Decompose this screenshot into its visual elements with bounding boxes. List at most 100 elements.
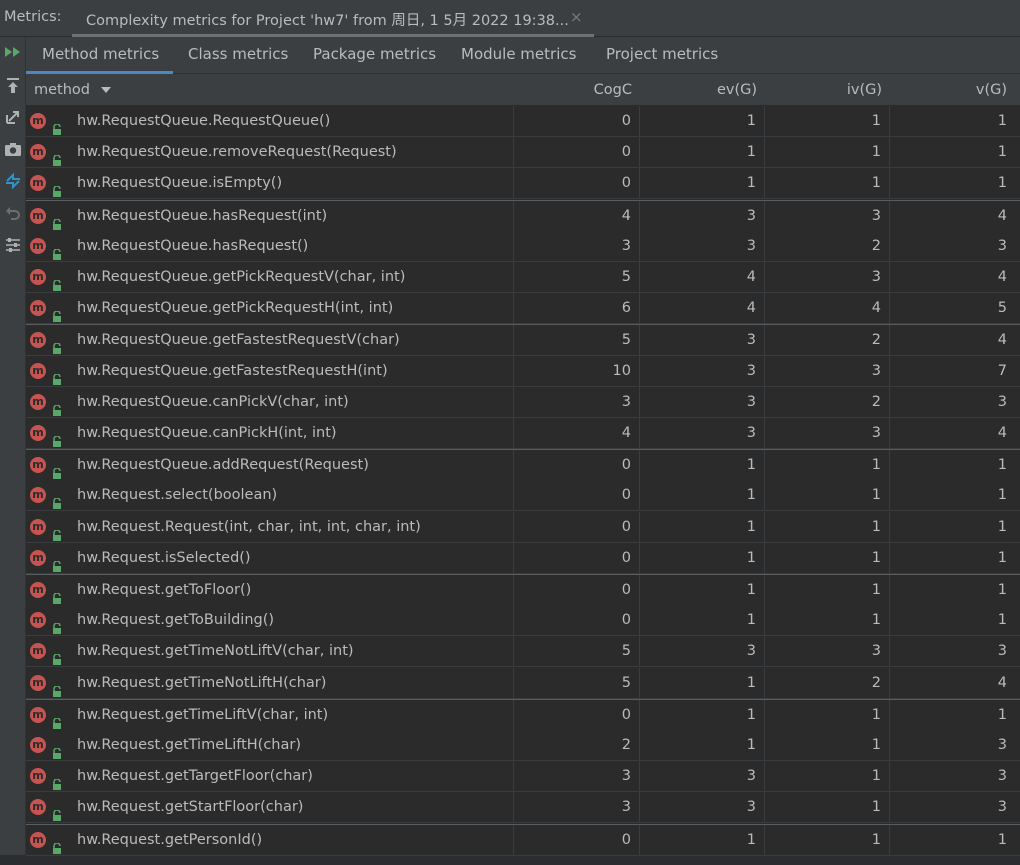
v-value: 1: [890, 825, 1020, 856]
method-icon: m: [30, 393, 46, 410]
cogc-value: 4: [514, 418, 640, 449]
method-name: hw.Request.getStartFloor(char): [77, 799, 304, 816]
iv-value: 1: [765, 824, 890, 856]
table-row[interactable]: m hw.Request.getStartFloor(char) 3 3 1 3: [26, 792, 1020, 824]
public-lock-icon: [52, 241, 62, 260]
tab-project-metrics[interactable]: Project metrics: [606, 37, 718, 74]
method-name: hw.Request.isSelected(): [77, 549, 251, 566]
method-name: hw.RequestQueue.isEmpty(): [77, 175, 283, 192]
ev-value: 1: [640, 450, 765, 482]
cogc-value: 0: [514, 137, 640, 169]
method-icon: m: [30, 518, 46, 535]
v-value: 3: [890, 636, 1020, 668]
table-row[interactable]: m hw.Request.getTimeLiftV(char, int) 0 1 1 1: [26, 698, 1020, 731]
cogc-value: 0: [514, 575, 640, 606]
compare-icon[interactable]: [0, 168, 26, 194]
doc-tab-title: Complexity metrics for Project 'hw7' fro…: [86, 13, 569, 29]
table-row[interactable]: m hw.RequestQueue.removeRequest(Request) 0…: [26, 137, 1020, 169]
settings-icon[interactable]: [0, 232, 26, 258]
ev-value: 3: [640, 325, 765, 357]
iv-value: 4: [765, 293, 890, 325]
column-header-iv[interactable]: iv(G): [765, 74, 890, 106]
method-cell: m hw.RequestQueue.getPickRequestV(char, i…: [26, 262, 514, 293]
method-icon: m: [30, 612, 46, 629]
ev-value: 3: [640, 636, 765, 668]
method-cell: m hw.Request.getTimeLiftH(char): [26, 730, 514, 761]
v-value: 3: [890, 792, 1020, 824]
table-row[interactable]: m hw.Request.getTimeLiftH(char) 2 1 1 3: [26, 730, 1020, 761]
table-row[interactable]: m hw.Request.isSelected() 0 1 1 1: [26, 542, 1020, 574]
table-row[interactable]: m hw.RequestQueue.isEmpty() 0 1 1 1: [26, 168, 1020, 200]
ev-value: 4: [640, 293, 765, 325]
table-row[interactable]: m hw.RequestQueue.getFastestRequestH(int)…: [26, 355, 1020, 387]
run-all-icon[interactable]: [0, 39, 26, 65]
table-row[interactable]: m hw.RequestQueue.canPickV(char, int) 3 3 2 3: [26, 386, 1020, 418]
table-row[interactable]: m hw.Request.getToBuilding() 0 1 1 1: [26, 605, 1020, 637]
method-icon: m: [30, 332, 46, 349]
table-row[interactable]: m hw.RequestQueue.addRequest(Request) 0 1 1 1: [26, 449, 1020, 482]
method-icon: m: [30, 706, 46, 723]
iv-value: 1: [765, 137, 890, 169]
table-row[interactable]: m hw.RequestQueue.hasRequest() 3 3 2 3: [26, 230, 1020, 262]
tab-package-metrics[interactable]: Package metrics: [313, 37, 436, 74]
method-cell: m hw.RequestQueue.isEmpty(): [26, 168, 514, 200]
v-value: 4: [890, 262, 1020, 293]
public-lock-icon: [52, 147, 62, 167]
table-row[interactable]: m hw.RequestQueue.RequestQueue() 0 1 1 1: [26, 106, 1020, 137]
column-header-method[interactable]: method: [34, 74, 111, 106]
ev-value: 1: [640, 106, 765, 137]
tab-module-metrics[interactable]: Module metrics: [461, 37, 576, 74]
table-row[interactable]: m hw.RequestQueue.getFastestRequestV(char…: [26, 324, 1020, 357]
ev-value: 3: [640, 200, 765, 232]
table-row[interactable]: m hw.Request.getTargetFloor(char) 3 3 1 3: [26, 761, 1020, 793]
public-lock-icon: [52, 397, 62, 416]
public-lock-icon: [52, 802, 62, 822]
tab-method-metrics[interactable]: Method metrics: [26, 37, 173, 74]
public-lock-icon: [52, 303, 62, 323]
ev-value: 1: [640, 542, 765, 574]
method-name: hw.Request.getToBuilding(): [77, 612, 275, 629]
ev-value: 1: [640, 824, 765, 856]
public-lock-icon: [52, 366, 62, 385]
v-value: 1: [890, 480, 1020, 512]
table-row[interactable]: m hw.Request.getTimeNotLiftH(char) 5 1 2 4: [26, 667, 1020, 699]
snapshot-icon[interactable]: [0, 136, 26, 162]
v-value: 1: [890, 168, 1020, 200]
table-row[interactable]: m hw.RequestQueue.getPickRequestV(char, i…: [26, 262, 1020, 293]
column-header-ev[interactable]: ev(G): [640, 74, 765, 106]
v-value: 1: [890, 512, 1020, 543]
column-header-cogc[interactable]: CogC: [514, 74, 640, 106]
iv-value: 2: [765, 325, 890, 357]
undo-icon[interactable]: [0, 200, 26, 226]
v-value: 1: [890, 575, 1020, 606]
public-lock-icon: [52, 585, 62, 604]
ev-value: 1: [640, 137, 765, 169]
table-row[interactable]: m hw.RequestQueue.canPickH(int, int) 4 3 3 4: [26, 418, 1020, 449]
cogc-value: 0: [514, 168, 640, 200]
v-value: 4: [890, 325, 1020, 357]
table-row[interactable]: m hw.RequestQueue.getPickRequestH(int, in…: [26, 293, 1020, 325]
method-name: hw.Request.getToFloor(): [77, 582, 252, 598]
cogc-value: 3: [514, 792, 640, 824]
expand-icon[interactable]: [0, 104, 26, 130]
ev-value: 3: [640, 792, 765, 824]
doc-tab-complexity-metrics[interactable]: Complexity metrics for Project 'hw7' fro…: [72, 0, 594, 37]
ev-value: 1: [640, 575, 765, 606]
column-header-v[interactable]: v(G): [890, 74, 1020, 106]
ev-value: 1: [640, 699, 765, 731]
ev-value: 3: [640, 230, 765, 262]
table-row[interactable]: m hw.Request.select(boolean) 0 1 1 1: [26, 480, 1020, 512]
method-cell: m hw.RequestQueue.addRequest(Request): [26, 450, 514, 482]
ev-value: 4: [640, 262, 765, 293]
method-icon: m: [30, 487, 46, 504]
table-row[interactable]: m hw.Request.getToFloor() 0 1 1 1: [26, 574, 1020, 606]
iv-value: 1: [765, 730, 890, 761]
table-row[interactable]: m hw.Request.getPersonId() 0 1 1 1: [26, 823, 1020, 856]
tab-class-metrics[interactable]: Class metrics: [188, 37, 288, 74]
export-icon[interactable]: [0, 73, 26, 99]
method-name: hw.RequestQueue.hasRequest(): [77, 237, 309, 254]
table-row[interactable]: m hw.Request.getTimeNotLiftV(char, int) 5 3…: [26, 636, 1020, 668]
close-icon[interactable]: ×: [570, 8, 583, 26]
table-row[interactable]: m hw.RequestQueue.hasRequest(int) 4 3 3 4: [26, 199, 1020, 232]
table-row[interactable]: m hw.Request.Request(int, char, int, int,…: [26, 511, 1020, 543]
